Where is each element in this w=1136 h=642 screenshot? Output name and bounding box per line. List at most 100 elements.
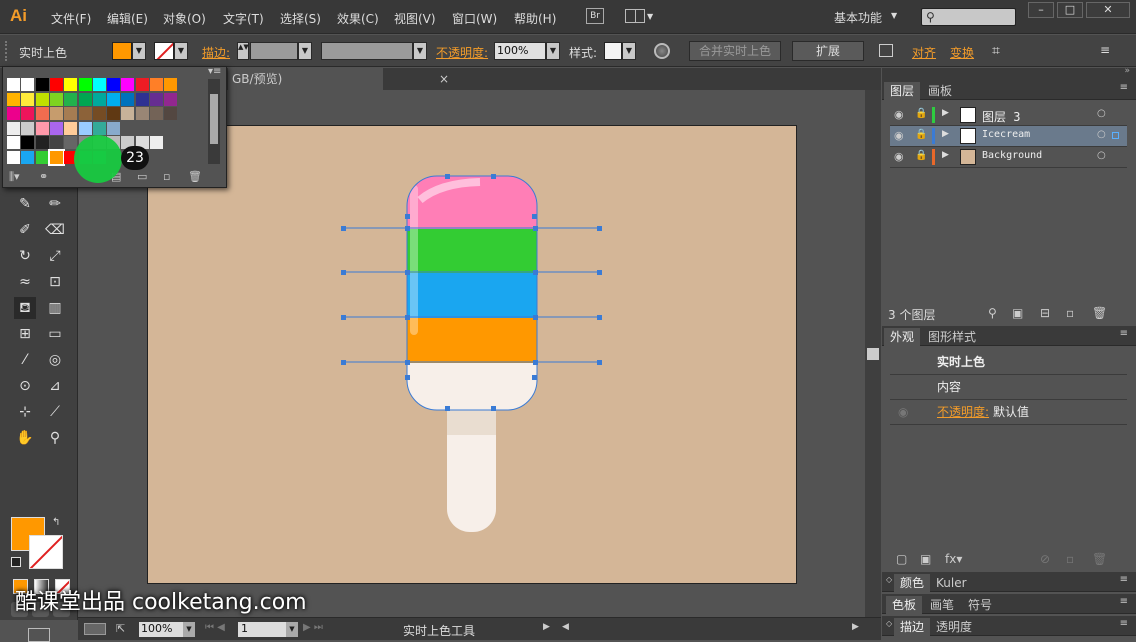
swatch-libraries-icon[interactable]: ⫼▾ (9, 170, 20, 184)
color-swatch[interactable] (21, 121, 35, 135)
color-swatch[interactable] (164, 92, 178, 106)
visibility-eye-icon[interactable]: ◉ (894, 129, 904, 142)
color-swatch[interactable] (7, 92, 20, 106)
new-swatch-icon[interactable]: ▫ (163, 170, 170, 183)
color-swatch[interactable] (21, 78, 35, 91)
color-swatch[interactable] (164, 78, 178, 91)
expand-arrows-icon[interactable]: ◇ (886, 619, 892, 628)
color-swatch[interactable] (150, 107, 163, 120)
panel-menu-icon[interactable]: ≡ (1120, 82, 1128, 93)
swatch-scrollbar[interactable] (208, 79, 220, 164)
color-swatch[interactable] (64, 92, 78, 106)
tab-transparency[interactable]: 透明度 (930, 618, 978, 636)
color-swatch[interactable] (107, 92, 121, 106)
swatch-kinds-icon[interactable]: ⚭ (39, 170, 48, 183)
color-swatch[interactable] (35, 121, 49, 135)
panel-menu-icon[interactable]: ≡ (1120, 618, 1128, 629)
color-swatch[interactable] (7, 136, 20, 149)
zoom-field[interactable]: 100% (139, 622, 183, 637)
color-swatch[interactable] (35, 150, 49, 164)
color-swatch[interactable] (49, 92, 63, 106)
layer-name[interactable]: Background (982, 150, 1042, 161)
green-band[interactable] (407, 229, 537, 273)
color-swatch[interactable] (49, 121, 63, 135)
color-swatch[interactable] (135, 107, 149, 120)
clear-appearance-icon[interactable]: ⊘ (1040, 552, 1050, 566)
color-swatch[interactable] (78, 107, 92, 120)
artboard-number-field[interactable]: 1 (238, 622, 286, 637)
locate-object-icon[interactable]: ⚲ (988, 306, 997, 320)
color-swatch[interactable] (49, 78, 63, 91)
color-swatch[interactable] (35, 136, 49, 149)
target-icon[interactable]: ○ (1097, 129, 1106, 140)
new-layer-icon[interactable]: ▫ (1066, 306, 1074, 320)
color-swatch[interactable] (92, 92, 106, 106)
visibility-eye-icon[interactable]: ◉ (894, 108, 904, 121)
delete-layer-icon[interactable]: 🗑 (1092, 306, 1107, 320)
tab-layers[interactable]: 图层 (884, 82, 921, 100)
expand-arrow-icon[interactable]: ▶ (942, 129, 949, 139)
appearance-contents[interactable]: 内容 (890, 375, 1127, 400)
color-swatch[interactable] (47, 148, 65, 166)
color-swatch[interactable] (7, 150, 20, 164)
target-icon[interactable]: ○ (1097, 150, 1106, 161)
color-swatch[interactable] (92, 107, 106, 120)
tab-stroke[interactable]: 描边 (894, 618, 931, 636)
tab-color[interactable]: 颜色 (894, 574, 931, 592)
color-swatch[interactable] (150, 92, 163, 106)
color-swatch[interactable] (121, 78, 135, 91)
first-artboard-icon[interactable]: ⏮ ◀ (205, 622, 225, 633)
color-swatch[interactable] (21, 92, 35, 106)
tab-brushes[interactable]: 画笔 (924, 596, 960, 614)
color-swatch[interactable] (107, 107, 121, 120)
delete-swatch-icon[interactable]: 🗑 (188, 170, 202, 183)
tab-artboards[interactable]: 画板 (922, 82, 958, 100)
color-swatch[interactable] (135, 92, 149, 106)
make-clipping-mask-icon[interactable]: ▣ (1012, 306, 1023, 320)
chevron-down-icon[interactable]: ▼ (286, 622, 298, 637)
color-swatch[interactable] (164, 107, 178, 120)
tab-appearance[interactable]: 外观 (884, 328, 921, 346)
color-swatch[interactable] (21, 150, 35, 164)
color-swatch[interactable] (121, 107, 135, 120)
tab-kuler[interactable]: Kuler (930, 574, 973, 592)
layer-row[interactable]: ◉ 🔒 ▶ 图层 3 ○ (890, 105, 1127, 126)
color-swatch[interactable] (49, 136, 63, 149)
color-swatch[interactable] (21, 107, 35, 120)
color-swatch[interactable] (35, 92, 49, 106)
scroll-right-icon[interactable]: ▶ (852, 622, 859, 632)
color-swatch[interactable] (35, 107, 49, 120)
appearance-opacity-row[interactable]: ◉ 不透明度: 默认值 (890, 400, 1127, 425)
color-swatch[interactable] (135, 78, 149, 91)
color-swatch[interactable] (7, 78, 20, 91)
new-color-group-icon[interactable]: ▭ (137, 170, 147, 183)
color-swatch[interactable] (121, 92, 135, 106)
color-swatch[interactable] (64, 121, 78, 135)
color-swatch[interactable] (92, 78, 106, 91)
add-fill-icon[interactable]: ▣ (920, 552, 931, 566)
color-swatch[interactable] (92, 121, 106, 135)
vertical-scrollbar[interactable] (865, 90, 881, 617)
layer-name[interactable]: Icecream (982, 129, 1030, 140)
color-swatch[interactable] (64, 107, 78, 120)
target-icon[interactable]: ○ (1097, 108, 1106, 119)
color-swatch[interactable] (107, 78, 121, 91)
color-swatch[interactable] (21, 136, 35, 149)
panel-menu-icon[interactable]: ≡ (1120, 328, 1128, 339)
expand-arrow-icon[interactable]: ▶ (942, 150, 949, 160)
color-swatch[interactable] (107, 121, 121, 135)
next-artboard-icon[interactable]: ▶ ⏭ (303, 622, 323, 633)
panel-menu-icon[interactable]: ≡ (1120, 574, 1128, 585)
color-swatch[interactable] (150, 78, 163, 91)
color-swatch[interactable] (49, 107, 63, 120)
cream-band[interactable] (407, 363, 537, 410)
add-effect-icon[interactable]: fx▾ (945, 552, 962, 566)
tab-swatches[interactable]: 色板 (886, 596, 923, 614)
tab-symbols[interactable]: 符号 (962, 596, 998, 614)
delete-item-icon[interactable]: 🗑 (1092, 552, 1107, 566)
scroll-thumb[interactable] (867, 348, 879, 360)
color-swatch[interactable] (64, 78, 78, 91)
color-swatch[interactable] (7, 107, 20, 120)
color-swatch[interactable] (35, 78, 49, 91)
share-icon[interactable]: ⇱ (116, 622, 130, 636)
